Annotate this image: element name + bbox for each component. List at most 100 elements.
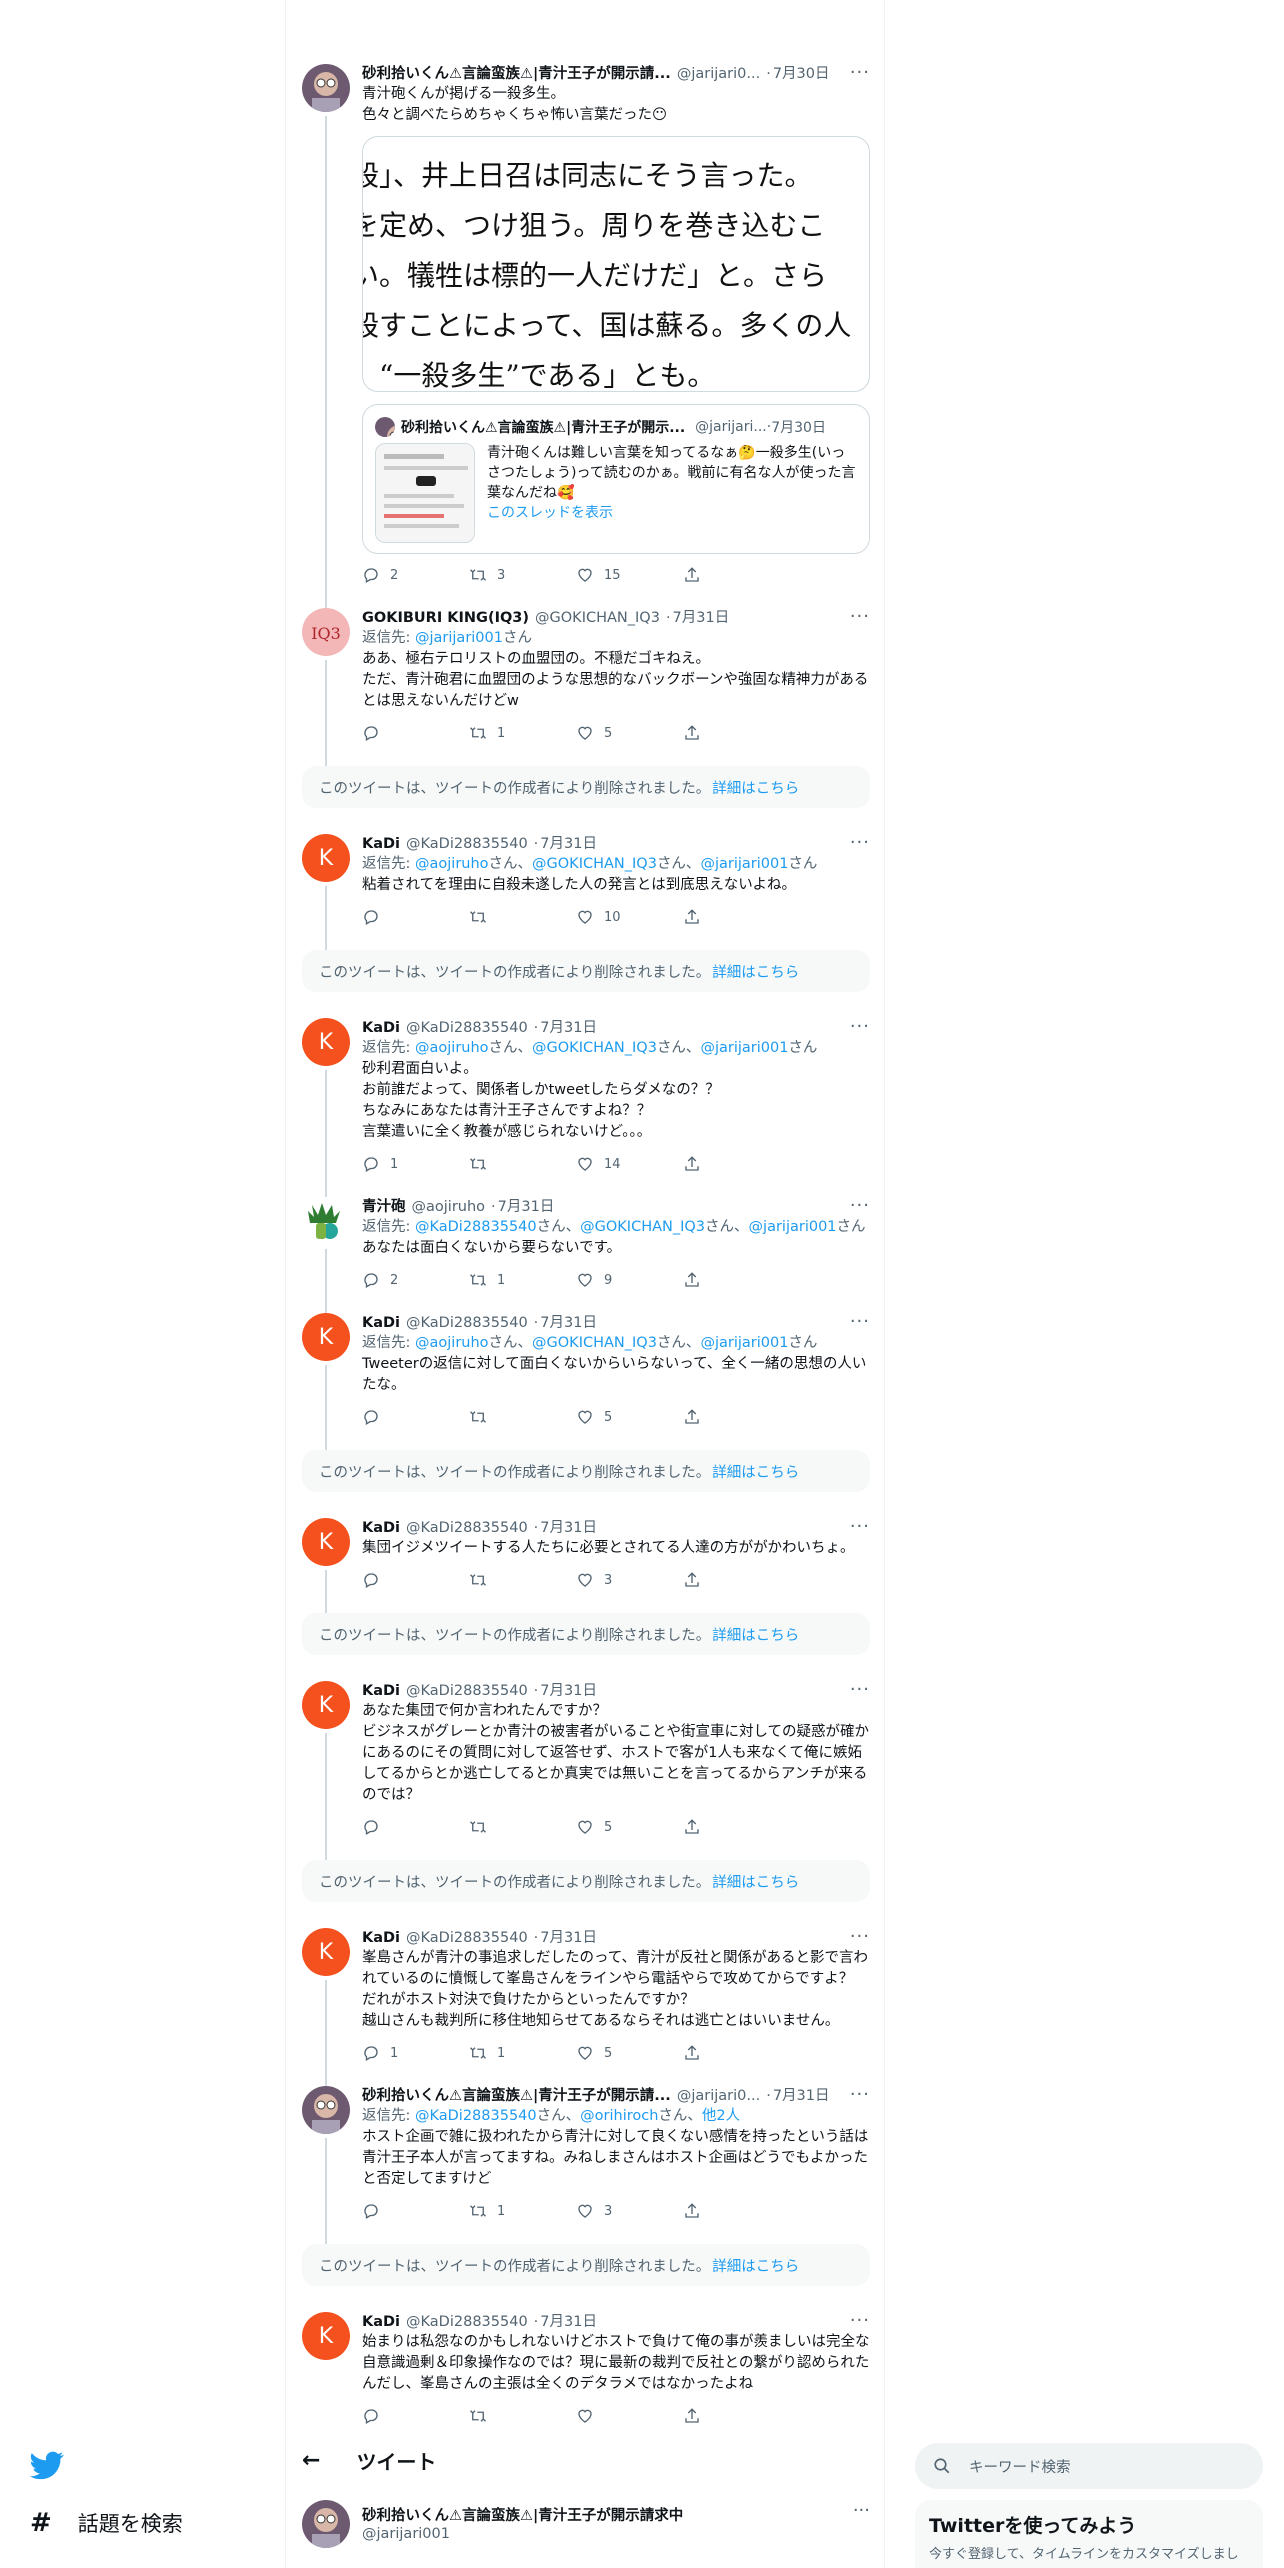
- learn-more-link[interactable]: 詳細はこちら: [712, 1871, 799, 1892]
- retweet-button[interactable]: [469, 1155, 576, 1173]
- tweet-date[interactable]: 7月31日: [540, 834, 597, 854]
- tweet[interactable]: K KaDi @KaDi28835540 · 7月31日 ··· 始まりは私怨なのかもしれな…: [286, 2300, 884, 2437]
- reply-button[interactable]: 1: [362, 2044, 469, 2062]
- like-button[interactable]: 5: [576, 724, 683, 742]
- tweet[interactable]: 砂利拾いくん⚠言論蛮族⚠|青汁王子が開示請... @jarijari0... · 7月…: [286, 52, 884, 608]
- reply-button[interactable]: [362, 908, 469, 926]
- tweet-author-handle[interactable]: @jarijari0...: [677, 64, 760, 84]
- share-button[interactable]: [683, 1571, 790, 1589]
- avatar[interactable]: [302, 1197, 350, 1245]
- reply-button[interactable]: [362, 2407, 469, 2425]
- tweet-author-handle[interactable]: @KaDi28835540: [406, 2312, 528, 2332]
- like-button[interactable]: 14: [576, 1155, 683, 1173]
- retweet-button[interactable]: [469, 1818, 576, 1836]
- tweet-author-name[interactable]: 砂利拾いくん⚠言論蛮族⚠|青汁王子が開示請...: [362, 2086, 671, 2106]
- reply-to-handle[interactable]: @jarijari001: [749, 1219, 837, 1235]
- retweet-button[interactable]: [469, 1571, 576, 1589]
- main-tweet-handle[interactable]: @jarijari001: [362, 2526, 450, 2542]
- share-button[interactable]: [683, 566, 790, 584]
- tweet-author-handle[interactable]: @KaDi28835540: [406, 834, 528, 854]
- reply-to-handle[interactable]: @KaDi28835540: [415, 2108, 537, 2124]
- tweet-date[interactable]: 7月31日: [540, 2312, 597, 2332]
- tweet-date[interactable]: 7月31日: [773, 2086, 830, 2106]
- share-button[interactable]: [683, 1271, 790, 1289]
- tweet-author-handle[interactable]: @KaDi28835540: [406, 1928, 528, 1948]
- more-icon[interactable]: ···: [850, 1016, 870, 1037]
- reply-button[interactable]: [362, 1571, 469, 1589]
- more-icon[interactable]: ···: [850, 1926, 870, 1947]
- like-button[interactable]: 15: [576, 566, 683, 584]
- tweet[interactable]: IQ3 GOKIBURI KING(IQ3) @GOKICHAN_IQ3 · 7月31日…: [286, 596, 884, 766]
- reply-to-handle[interactable]: @GOKICHAN_IQ3: [580, 1219, 705, 1235]
- retweet-button[interactable]: [469, 908, 576, 926]
- tweet-date[interactable]: 7月31日: [673, 608, 730, 628]
- tweet-author-handle[interactable]: @KaDi28835540: [406, 1681, 528, 1701]
- learn-more-link[interactable]: 詳細はこちら: [712, 1624, 799, 1645]
- tweet-author-handle[interactable]: @KaDi28835540: [406, 1518, 528, 1538]
- tweet[interactable]: K KaDi @KaDi28835540 · 7月31日 ··· 返信先: @aojiruh…: [286, 822, 884, 950]
- learn-more-link[interactable]: 詳細はこちら: [712, 777, 799, 798]
- share-button[interactable]: [683, 908, 790, 926]
- reply-button[interactable]: 2: [362, 1271, 469, 1289]
- reply-to-handle[interactable]: 他2人: [702, 2108, 740, 2124]
- share-button[interactable]: [683, 2407, 790, 2425]
- reply-to-handle[interactable]: @jarijari001: [415, 630, 503, 646]
- more-icon[interactable]: ···: [850, 62, 870, 83]
- tweet[interactable]: K KaDi @KaDi28835540 · 7月31日 ··· 返信先: @aojiruh…: [286, 1301, 884, 1450]
- avatar[interactable]: K: [302, 1681, 350, 1729]
- tweet-author-name[interactable]: GOKIBURI KING(IQ3): [362, 608, 529, 628]
- reply-to-handle[interactable]: @aojiruho: [415, 1040, 489, 1056]
- tweet-author-handle[interactable]: @KaDi28835540: [406, 1313, 528, 1333]
- tweet-date[interactable]: 7月30日: [773, 64, 830, 84]
- share-button[interactable]: [683, 2202, 790, 2220]
- reply-to-handle[interactable]: @GOKICHAN_IQ3: [532, 1040, 657, 1056]
- tweet-date[interactable]: 7月31日: [540, 1928, 597, 1948]
- tweet-author-name[interactable]: 砂利拾いくん⚠言論蛮族⚠|青汁王子が開示請...: [362, 64, 671, 84]
- retweet-button[interactable]: 3: [469, 566, 576, 584]
- tweet[interactable]: K KaDi @KaDi28835540 · 7月31日 ··· 集団イジメツイートする人た…: [286, 1506, 884, 1613]
- tweet[interactable]: 砂利拾いくん⚠言論蛮族⚠|青汁王子が開示請... @jarijari0... · 7月…: [286, 2074, 884, 2244]
- reply-button[interactable]: [362, 724, 469, 742]
- tweet-author-name[interactable]: KaDi: [362, 834, 400, 854]
- tweet-author-name[interactable]: KaDi: [362, 1681, 400, 1701]
- tweet-date[interactable]: 7月31日: [540, 1518, 597, 1538]
- reply-to-handle[interactable]: @aojiruho: [415, 856, 489, 872]
- twitter-bird-icon[interactable]: [30, 2448, 64, 2482]
- more-icon[interactable]: ···: [850, 2310, 870, 2331]
- reply-to-handle[interactable]: @jarijari001: [700, 1040, 788, 1056]
- learn-more-link[interactable]: 詳細はこちら: [712, 961, 799, 982]
- retweet-button[interactable]: 1: [469, 1271, 576, 1289]
- retweet-button[interactable]: 1: [469, 2044, 576, 2062]
- share-button[interactable]: [683, 1818, 790, 1836]
- reply-to-handle[interactable]: @orihiroch: [580, 2108, 658, 2124]
- learn-more-link[interactable]: 詳細はこちら: [712, 2255, 799, 2276]
- tweet[interactable]: K KaDi @KaDi28835540 · 7月31日 ··· 返信先: @aojiruh…: [286, 1006, 884, 1197]
- more-icon[interactable]: ···: [850, 832, 870, 853]
- avatar[interactable]: [302, 2500, 350, 2548]
- avatar[interactable]: K: [302, 2312, 350, 2360]
- reply-button[interactable]: [362, 1408, 469, 1426]
- more-icon[interactable]: ···: [850, 1195, 870, 1216]
- quoted-tweet[interactable]: 砂利拾いくん⚠言論蛮族⚠|青汁王子が開示... @jarijari... · 7月…: [362, 404, 870, 554]
- more-icon[interactable]: ···: [850, 1516, 870, 1537]
- tweet-author-handle[interactable]: @aojiruho: [412, 1197, 486, 1217]
- like-button[interactable]: 5: [576, 2044, 683, 2062]
- tweet[interactable]: K KaDi @KaDi28835540 · 7月31日 ··· 峯島さんが青汁の事追求しだ…: [286, 1916, 884, 2086]
- tweet-date[interactable]: 7月31日: [540, 1018, 597, 1038]
- avatar[interactable]: [302, 64, 350, 112]
- reply-to-handle[interactable]: @aojiruho: [415, 1335, 489, 1351]
- avatar[interactable]: K: [302, 1928, 350, 1976]
- share-button[interactable]: [683, 2044, 790, 2062]
- reply-to-handle[interactable]: @KaDi28835540: [415, 1219, 537, 1235]
- tweet-date[interactable]: 7月31日: [540, 1681, 597, 1701]
- tweet-author-name[interactable]: 青汁砲: [362, 1197, 406, 1217]
- reply-to-handle[interactable]: @jarijari001: [700, 856, 788, 872]
- avatar[interactable]: IQ3: [302, 608, 350, 656]
- tweet[interactable]: K KaDi @KaDi28835540 · 7月31日 ··· あなた集団で何か言われたん…: [286, 1669, 884, 1860]
- search-input[interactable]: キーワード検索: [969, 2456, 1071, 2477]
- back-arrow-icon[interactable]: ←: [302, 2448, 320, 2473]
- tweet-date[interactable]: 7月31日: [498, 1197, 555, 1217]
- reply-to-handle[interactable]: @GOKICHAN_IQ3: [532, 856, 657, 872]
- reply-button[interactable]: [362, 2202, 469, 2220]
- retweet-button[interactable]: [469, 1408, 576, 1426]
